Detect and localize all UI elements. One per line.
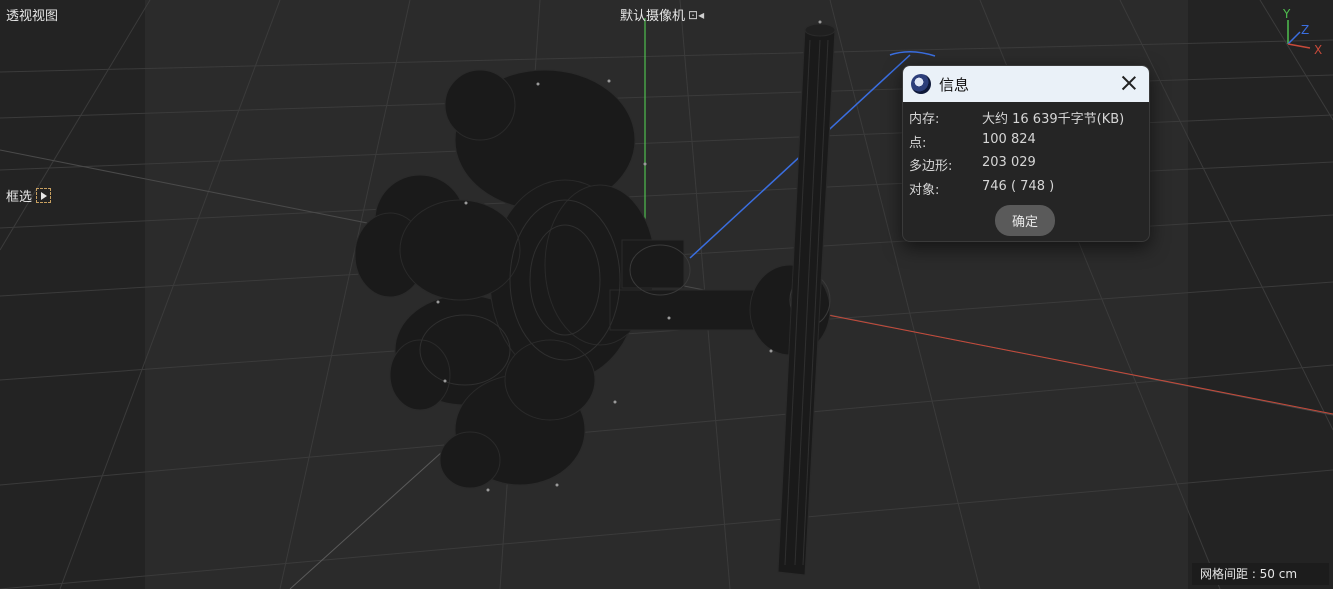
info-value: 746 ( 748 ) [982,179,1055,194]
info-label: 多边形: [909,159,953,174]
grid-spacing-readout: 网格间距 : 50 cm [1192,563,1329,585]
selection-mode-label: 框选 [6,190,33,205]
info-label: 内存: [909,112,940,127]
info-dialog: 信息 内存: 大约 16 639千字节(KB) 点: 100 824 多边形: … [902,65,1150,242]
close-icon[interactable] [1121,75,1137,91]
play-arrow-icon[interactable] [36,188,52,203]
dialog-header[interactable]: 信息 [903,66,1149,102]
axis-y-label: Y [1282,7,1291,21]
viewport-title[interactable]: 透视视图 [6,5,58,24]
axis-x-label: X [1314,43,1322,57]
camera-menu[interactable]: 默认摄像机 ⊡◂ [620,5,704,25]
dialog-title: 信息 [939,75,970,94]
info-label: 点: [909,136,927,151]
radial-engine-model[interactable] [354,23,836,576]
axis-gizmo: Y Z X [1282,7,1322,57]
ok-button[interactable]: 确定 [995,205,1055,236]
axis-z-label: Z [1301,23,1309,37]
info-value: 大约 16 639千字节(KB) [982,112,1125,127]
camera-lock-icon[interactable]: ⊡◂ [688,8,704,22]
info-label: 对象: [909,183,940,198]
camera-label: 默认摄像机 [620,9,686,24]
selection-mode-tool[interactable]: 框选 [6,186,52,205]
info-value: 100 824 [982,132,1036,147]
app-logo-icon [911,74,931,94]
info-value: 203 029 [982,155,1036,170]
